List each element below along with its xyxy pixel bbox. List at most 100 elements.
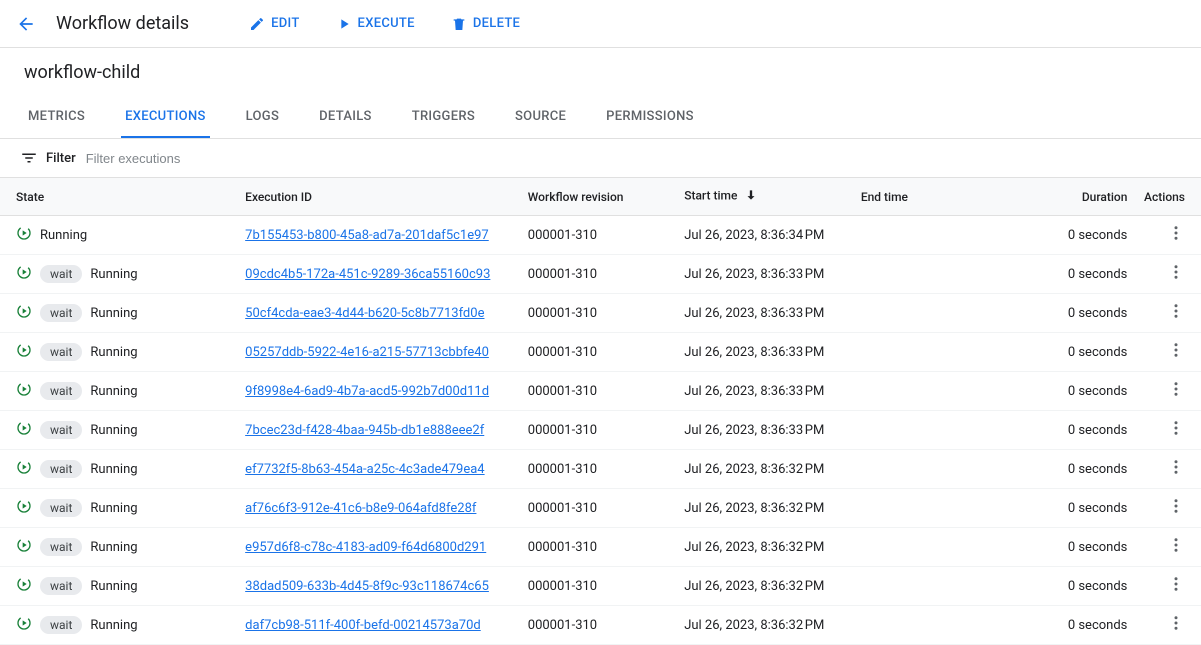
tab-source[interactable]: SOURCE bbox=[511, 97, 570, 138]
delete-icon bbox=[451, 16, 467, 32]
tab-executions[interactable]: EXECUTIONS bbox=[121, 97, 210, 138]
state-label: Running bbox=[90, 501, 137, 516]
revision-cell: 000001-310 bbox=[520, 294, 676, 333]
wait-chip: wait bbox=[40, 460, 82, 478]
workflow-name: workflow-child bbox=[0, 48, 1201, 97]
revision-cell: 000001-310 bbox=[520, 528, 676, 567]
duration-cell: 0 seconds bbox=[1034, 411, 1135, 450]
execution-id-link[interactable]: ef7732f5-8b63-454a-a25c-4c3ade479ea4 bbox=[245, 462, 484, 477]
revision-cell: 000001-310 bbox=[520, 450, 676, 489]
start-time-cell: Jul 26, 2023, 8:36:33 PM bbox=[676, 411, 853, 450]
tab-details[interactable]: DETAILS bbox=[315, 97, 376, 138]
execution-id-link[interactable]: 50cf4cda-eae3-4d44-b620-5c8b7713fd0e bbox=[245, 306, 484, 321]
row-actions-button[interactable] bbox=[1167, 536, 1185, 554]
state-label: Running bbox=[90, 306, 137, 321]
end-time-cell bbox=[853, 333, 1035, 372]
wait-chip: wait bbox=[40, 577, 82, 595]
revision-cell: 000001-310 bbox=[520, 411, 676, 450]
end-time-cell bbox=[853, 255, 1035, 294]
col-header-start-label: Start time bbox=[684, 189, 737, 203]
table-row: wait Running ef7732f5-8b63-454a-a25c-4c3ad… bbox=[0, 450, 1201, 489]
tab-metrics[interactable]: METRICS bbox=[24, 97, 89, 138]
table-row: waitRunning7bcec23d-f428-4baa-945b-db1e8… bbox=[0, 411, 1201, 450]
row-actions-button[interactable] bbox=[1167, 458, 1185, 476]
duration-cell: 0 seconds bbox=[1034, 567, 1135, 606]
row-actions-button[interactable] bbox=[1167, 341, 1185, 359]
row-actions-button[interactable] bbox=[1167, 380, 1185, 398]
row-actions-button[interactable] bbox=[1167, 302, 1185, 320]
duration-cell: 0 seconds bbox=[1034, 333, 1135, 372]
back-button[interactable] bbox=[16, 14, 36, 34]
col-header-actions: Actions bbox=[1135, 178, 1201, 216]
row-actions-button[interactable] bbox=[1167, 224, 1185, 242]
running-icon bbox=[16, 498, 32, 518]
execution-id-link[interactable]: 38dad509-633b-4d45-8f9c-93c118674c65 bbox=[245, 579, 489, 594]
start-time-cell: Jul 26, 2023, 8:36:32 PM bbox=[676, 450, 853, 489]
end-time-cell bbox=[853, 294, 1035, 333]
execution-id-link[interactable]: 7b155453-b800-45a8-ad7a-201daf5c1e97 bbox=[245, 228, 489, 243]
end-time-cell bbox=[853, 450, 1035, 489]
row-actions-button[interactable] bbox=[1167, 419, 1185, 437]
row-actions-button[interactable] bbox=[1167, 497, 1185, 515]
executions-table: State Execution ID Workflow revision Sta… bbox=[0, 177, 1201, 645]
col-header-state[interactable]: State bbox=[0, 178, 237, 216]
state-label: Running bbox=[90, 345, 137, 360]
wait-chip: wait bbox=[40, 616, 82, 634]
col-header-end[interactable]: End time bbox=[853, 178, 1035, 216]
revision-cell: 000001-310 bbox=[520, 216, 676, 255]
tab-logs[interactable]: LOGS bbox=[242, 97, 284, 138]
running-icon bbox=[16, 342, 32, 362]
execute-button[interactable]: Execute bbox=[328, 12, 423, 36]
duration-cell: 0 seconds bbox=[1034, 528, 1135, 567]
running-icon bbox=[16, 264, 32, 284]
end-time-cell bbox=[853, 216, 1035, 255]
start-time-cell: Jul 26, 2023, 8:36:33 PM bbox=[676, 372, 853, 411]
execution-id-link[interactable]: e957d6f8-c78c-4183-ad09-f64d6800d291 bbox=[245, 540, 486, 555]
table-row: waitRunninge957d6f8-c78c-4183-ad09-f64d6… bbox=[0, 528, 1201, 567]
execution-id-link[interactable]: 09cdc4b5-172a-451c-9289-36ca55160c93 bbox=[245, 267, 490, 282]
revision-cell: 000001-310 bbox=[520, 489, 676, 528]
arrow-back-icon bbox=[16, 14, 36, 34]
col-header-exec-id[interactable]: Execution ID bbox=[237, 178, 520, 216]
col-header-start[interactable]: Start time bbox=[676, 178, 853, 216]
duration-cell: 0 seconds bbox=[1034, 216, 1135, 255]
filter-input[interactable] bbox=[84, 150, 1181, 167]
execution-id-link[interactable]: 7bcec23d-f428-4baa-945b-db1e888eee2f bbox=[245, 423, 484, 438]
state-label: Running bbox=[90, 579, 137, 594]
duration-cell: 0 seconds bbox=[1034, 372, 1135, 411]
running-icon bbox=[16, 303, 32, 323]
table-row: waitRunning9f8998e4-6ad9-4b7a-acd5-992b7… bbox=[0, 372, 1201, 411]
edit-icon bbox=[249, 16, 265, 32]
start-time-cell: Jul 26, 2023, 8:36:32 PM bbox=[676, 528, 853, 567]
start-time-cell: Jul 26, 2023, 8:36:33 PM bbox=[676, 333, 853, 372]
revision-cell: 000001-310 bbox=[520, 606, 676, 645]
top-bar: Workflow details Edit Execute Delete bbox=[0, 0, 1201, 48]
start-time-cell: Jul 26, 2023, 8:36:33 PM bbox=[676, 255, 853, 294]
row-actions-button[interactable] bbox=[1167, 575, 1185, 593]
filter-bar: Filter bbox=[0, 139, 1201, 177]
row-actions-button[interactable] bbox=[1167, 614, 1185, 632]
execution-id-link[interactable]: 05257ddb-5922-4e16-a215-57713cbbfe40 bbox=[245, 345, 489, 360]
tab-triggers[interactable]: TRIGGERS bbox=[408, 97, 479, 138]
tabs: METRICS EXECUTIONS LOGS DETAILS TRIGGERS… bbox=[0, 97, 1201, 139]
execution-id-link[interactable]: 9f8998e4-6ad9-4b7a-acd5-992b7d00d11d bbox=[245, 384, 489, 399]
tab-permissions[interactable]: PERMISSIONS bbox=[602, 97, 698, 138]
table-row: waitRunning50cf4cda-eae3-4d44-b620-5c8b7… bbox=[0, 294, 1201, 333]
end-time-cell bbox=[853, 489, 1035, 528]
table-row: waitRunning09cdc4b5-172a-451c-9289-36ca5… bbox=[0, 255, 1201, 294]
execution-id-link[interactable]: af76c6f3-912e-41c6-b8e9-064afd8fe28f bbox=[245, 501, 476, 516]
state-label: Running bbox=[90, 423, 137, 438]
end-time-cell bbox=[853, 567, 1035, 606]
start-time-cell: Jul 26, 2023, 8:36:33 PM bbox=[676, 294, 853, 333]
edit-button[interactable]: Edit bbox=[241, 12, 307, 36]
col-header-duration[interactable]: Duration bbox=[1034, 178, 1135, 216]
execution-id-link[interactable]: daf7cb98-511f-400f-befd-00214573a70d bbox=[245, 618, 481, 633]
start-time-cell: Jul 26, 2023, 8:36:32 PM bbox=[676, 489, 853, 528]
end-time-cell bbox=[853, 411, 1035, 450]
state-label: Running bbox=[90, 462, 137, 477]
row-actions-button[interactable] bbox=[1167, 263, 1185, 281]
state-label: Running bbox=[90, 618, 137, 633]
state-label: Running bbox=[90, 540, 137, 555]
delete-button[interactable]: Delete bbox=[443, 12, 528, 36]
col-header-revision[interactable]: Workflow revision bbox=[520, 178, 676, 216]
